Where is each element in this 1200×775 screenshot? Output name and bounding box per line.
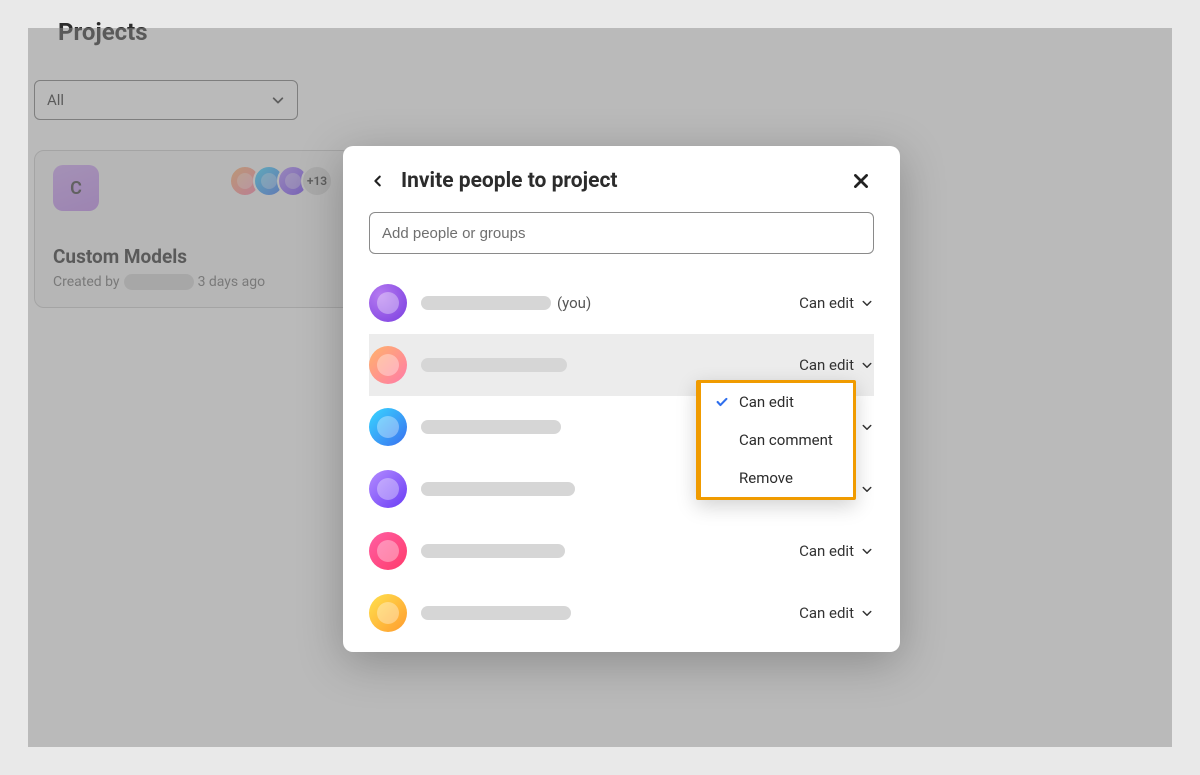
permission-option-label: Remove <box>739 469 793 487</box>
permission-trigger[interactable]: Can edit <box>799 294 874 312</box>
member-name: (you) <box>421 294 799 312</box>
permission-label: Can edit <box>799 604 854 622</box>
redacted-name <box>421 296 551 310</box>
permission-dropdown: Can edit Can comment Remove <box>696 380 856 500</box>
people-list[interactable]: (you)Can editCan editCan editCan editCan… <box>369 272 874 652</box>
chevron-down-icon <box>860 544 874 558</box>
member-avatar <box>369 532 407 570</box>
member-row: Can edit <box>369 582 874 644</box>
chevron-down-icon <box>860 482 874 496</box>
member-avatar <box>369 470 407 508</box>
member-avatar <box>369 408 407 446</box>
permission-trigger[interactable]: Can edit <box>799 604 874 622</box>
close-icon <box>852 172 870 190</box>
add-people-input[interactable] <box>369 212 874 254</box>
permission-option[interactable]: Remove <box>701 459 853 497</box>
member-row: (you) Can edit <box>369 272 874 334</box>
chevron-down-icon <box>860 606 874 620</box>
redacted-name <box>421 358 567 372</box>
member-avatar <box>369 594 407 632</box>
check-icon <box>715 395 729 409</box>
member-row: Can edit <box>369 520 874 582</box>
chevron-down-icon <box>860 358 874 372</box>
redacted-name <box>421 420 561 434</box>
permission-option[interactable]: Can comment <box>701 421 853 459</box>
permission-option-label: Can comment <box>739 431 833 449</box>
back-button[interactable] <box>369 172 387 190</box>
redacted-name <box>421 606 571 620</box>
member-avatar <box>369 346 407 384</box>
member-name <box>421 358 799 372</box>
chevron-left-icon <box>371 174 385 188</box>
modal-title: Invite people to project <box>401 169 834 193</box>
permission-option-label: Can edit <box>739 393 794 411</box>
member-avatar <box>369 284 407 322</box>
redacted-name <box>421 544 565 558</box>
member-row: Can edit <box>369 644 874 652</box>
permission-option[interactable]: Can edit <box>701 383 853 421</box>
permission-label: Can edit <box>799 356 854 374</box>
member-name <box>421 606 799 620</box>
member-name <box>421 544 799 558</box>
redacted-name <box>421 482 575 496</box>
close-button[interactable] <box>848 168 874 194</box>
chevron-down-icon <box>860 296 874 310</box>
invite-modal: Invite people to project (you)Can editCa… <box>343 146 900 652</box>
permission-trigger[interactable]: Can edit <box>799 356 874 374</box>
chevron-down-icon <box>860 420 874 434</box>
permission-label: Can edit <box>799 294 854 312</box>
permission-trigger[interactable]: Can edit <box>799 542 874 560</box>
you-label: (you) <box>557 294 591 312</box>
permission-label: Can edit <box>799 542 854 560</box>
